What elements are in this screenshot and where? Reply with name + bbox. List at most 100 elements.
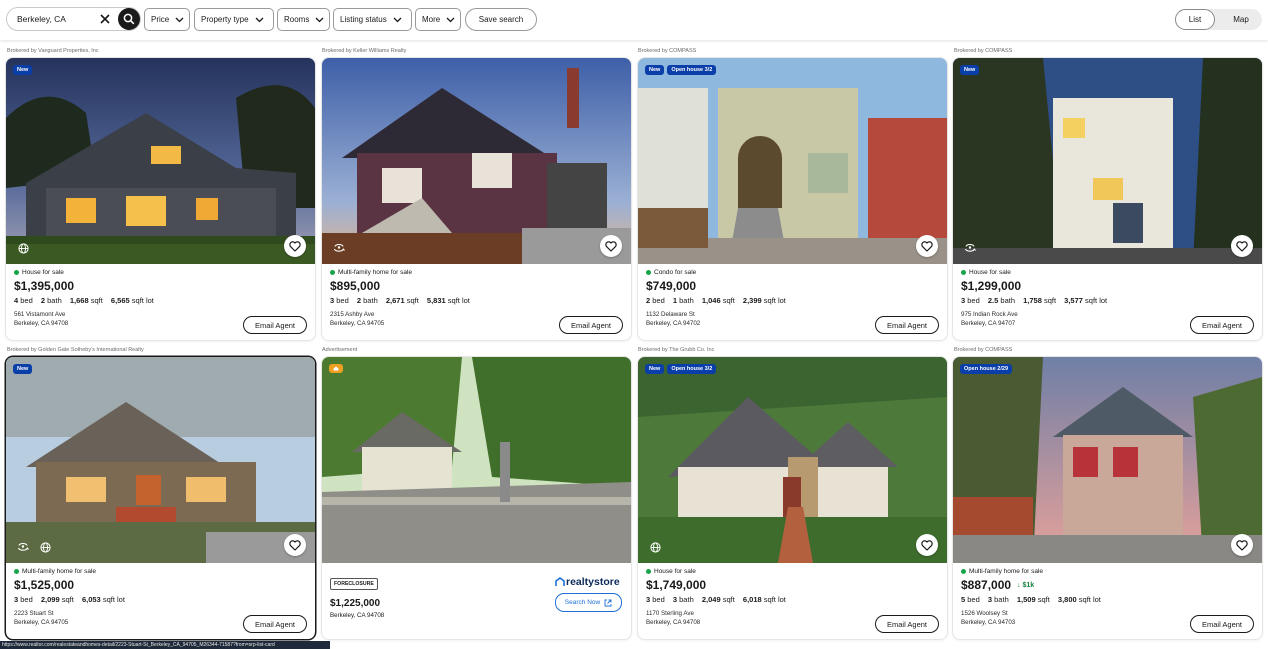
more-filter-label: More [422,15,441,24]
email-agent-button[interactable]: Email Agent [559,316,623,334]
listing-photo[interactable]: New [6,58,315,264]
clear-search-icon[interactable] [98,12,112,26]
filter-bar: Berkeley, CA Price Property type Rooms L… [0,0,1268,40]
listing-photo[interactable]: New [953,58,1262,264]
price-filter-button[interactable]: Price [144,8,190,31]
save-listing-heart-icon[interactable] [1231,235,1253,257]
open-house-badge: Open house 3/2 [667,364,717,374]
listing-card[interactable]: New House for sale $1,299,000 3 bed 2.5 … [953,58,1262,340]
listing-status-filter-button[interactable]: Listing status [333,8,412,31]
lot-value: 6,018 [742,595,762,604]
for-sale-dot-icon [646,569,651,574]
advertisement-photo[interactable] [322,357,631,563]
email-agent-button[interactable]: Email Agent [243,615,307,633]
external-link-icon [604,599,612,606]
rooms-filter-button[interactable]: Rooms [277,8,330,31]
3d-tour-icon[interactable] [964,242,976,254]
lot-unit: sqft lot [131,296,154,305]
search-input[interactable]: Berkeley, CA [6,7,141,31]
search-icon[interactable] [118,8,140,30]
email-agent-button[interactable]: Email Agent [1190,615,1254,633]
new-badge: New [960,65,980,75]
lot-value: 6,053 [81,595,101,604]
listing-price-value: $887,000 [961,578,1012,592]
email-agent-button[interactable]: Email Agent [875,316,939,334]
email-agent-button[interactable]: Email Agent [875,615,939,633]
listing-card[interactable]: New Multi-family home for sale $1,525,00… [6,357,315,639]
listing-price: $1,525,000 [14,578,75,592]
listing-card[interactable]: New Open house 3/2 Condo for sale $749,0… [638,58,947,340]
save-listing-heart-icon[interactable] [1231,534,1253,556]
bed-unit: bed [20,296,33,305]
listing-photo[interactable] [322,58,631,264]
new-badge: New [645,364,665,374]
listing-stats: 3 bed 2 bath 2,671 sqft 5,831 sqft lot [330,296,623,305]
map-view-button[interactable]: Map [1221,9,1261,30]
chevron-down-icon [315,17,324,22]
globe-icon[interactable] [17,242,29,254]
listing-stats: 4 bed 2 bath 1,668 sqft 6,565 sqft lot [14,296,307,305]
sqft-value: 1,046 [701,296,721,305]
sqft-unit: sqft [1043,296,1057,305]
email-agent-button[interactable]: Email Agent [243,316,307,334]
bath-count: 2.5 [987,296,999,305]
lot-value: 6,565 [110,296,130,305]
sqft-value: 2,049 [701,595,721,604]
lot-value: 3,800 [1057,595,1077,604]
save-listing-heart-icon[interactable] [284,235,306,257]
view-toggle: List Map [1175,9,1262,30]
search-now-button[interactable]: Search Now [555,593,622,612]
email-agent-button[interactable]: Email Agent [1190,316,1254,334]
property-type: Multi-family home for sale [961,568,1254,575]
bath-count: 3 [672,595,678,604]
chevron-down-icon [446,17,455,22]
3d-tour-icon[interactable] [17,541,29,553]
lot-unit: sqft lot [1085,296,1108,305]
bath-count: 2 [40,296,46,305]
property-type-label: House for sale [22,269,64,276]
bed-count: 5 [961,595,966,604]
save-listing-heart-icon[interactable] [916,235,938,257]
globe-icon[interactable] [649,541,661,553]
globe-icon[interactable] [39,541,51,553]
advertisement-card[interactable]: FORECLOSURE $1,225,000 Berkeley, CA 9470… [322,357,631,639]
listing-stats: 3 bed 2,099 sqft 6,053 sqft lot [14,595,307,604]
rooms-filter-label: Rooms [284,15,310,24]
save-listing-heart-icon[interactable] [284,534,306,556]
list-view-button[interactable]: List [1175,9,1215,30]
more-filter-button[interactable]: More [415,8,461,31]
bed-unit: bed [967,595,980,604]
save-listing-heart-icon[interactable] [600,235,622,257]
listing-card[interactable]: New Open house 3/2 House for sale $1,749… [638,357,947,639]
bath-unit: bath [679,296,694,305]
for-sale-dot-icon [961,270,966,275]
listing-photo[interactable]: New [6,357,315,563]
bath-count: 3 [987,595,993,604]
listing-card[interactable]: New House for sale $1,395,000 4 bed 2 ba… [6,58,315,340]
bath-count: 1 [672,296,678,305]
listing-card[interactable]: Open house 2/29 Multi-family home for sa… [953,357,1262,639]
bed-unit: bed [336,296,349,305]
property-type: House for sale [14,269,307,276]
bath-unit: bath [994,595,1009,604]
listing-card[interactable]: Multi-family home for sale $895,000 3 be… [322,58,631,340]
home-icon [333,366,339,371]
bed-unit: bed [652,296,665,305]
price-filter-label: Price [151,15,170,24]
listing-stats: 3 bed 3 bath 2,049 sqft 6,018 sqft lot [646,595,939,604]
for-sale-dot-icon [646,270,651,275]
chevron-down-icon [175,17,184,22]
listing-photo[interactable]: New Open house 3/2 [638,58,947,264]
save-listing-heart-icon[interactable] [916,534,938,556]
listing-photo[interactable]: Open house 2/29 [953,357,1262,563]
property-type: Multi-family home for sale [14,568,307,575]
save-search-button[interactable]: Save search [465,8,537,31]
3d-tour-icon[interactable] [333,242,345,254]
listing-stats: 2 bed 1 bath 1,046 sqft 2,399 sqft lot [646,296,939,305]
listing-status-filter-label: Listing status [340,15,387,24]
new-badge: New [13,65,33,75]
listing-photo[interactable]: New Open house 3/2 [638,357,947,563]
property-type-filter-button[interactable]: Property type [194,8,274,31]
bath-unit: bath [363,296,378,305]
for-sale-dot-icon [961,569,966,574]
